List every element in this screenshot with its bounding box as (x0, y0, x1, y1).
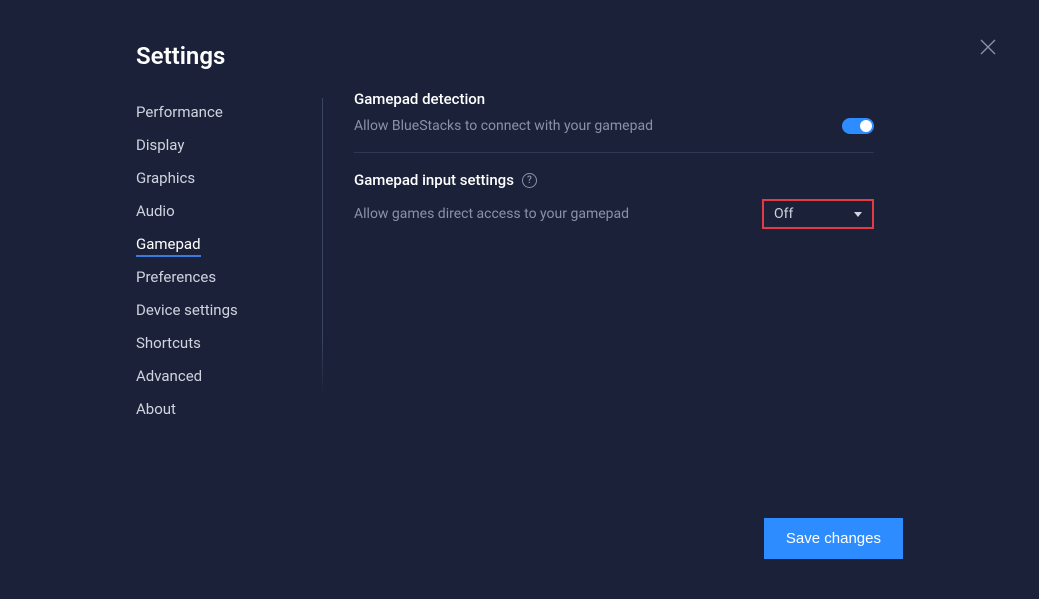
section-title-text: Gamepad input settings (354, 171, 514, 189)
detection-label: Allow BlueStacks to connect with your ga… (354, 118, 653, 134)
section-title: Gamepad input settings ? (354, 171, 874, 189)
settings-sidebar: Performance Display Graphics Audio Gamep… (136, 95, 301, 425)
sidebar-item-about[interactable]: About (136, 392, 301, 425)
section-divider (354, 152, 874, 153)
sidebar-item-advanced[interactable]: Advanced (136, 359, 301, 392)
sidebar-item-label: Device settings (136, 301, 238, 319)
settings-content: Gamepad detection Allow BlueStacks to co… (354, 90, 874, 247)
sidebar-item-label: Advanced (136, 367, 202, 385)
sidebar-item-label: Performance (136, 103, 223, 121)
section-title: Gamepad detection (354, 90, 874, 108)
gamepad-detection-section: Gamepad detection Allow BlueStacks to co… (354, 90, 874, 134)
input-row: Allow games direct access to your gamepa… (354, 199, 874, 229)
help-icon[interactable]: ? (522, 173, 537, 188)
sidebar-item-label: Display (136, 136, 184, 154)
gamepad-input-section: Gamepad input settings ? Allow games dir… (354, 171, 874, 229)
sidebar-item-audio[interactable]: Audio (136, 194, 301, 227)
sidebar-item-performance[interactable]: Performance (136, 95, 301, 128)
page-title: Settings (136, 42, 225, 70)
sidebar-item-shortcuts[interactable]: Shortcuts (136, 326, 301, 359)
sidebar-item-preferences[interactable]: Preferences (136, 260, 301, 293)
sidebar-item-label: About (136, 400, 176, 418)
sidebar-item-display[interactable]: Display (136, 128, 301, 161)
direct-access-dropdown[interactable]: Off (762, 199, 874, 229)
sidebar-item-label: Preferences (136, 268, 216, 286)
dropdown-value: Off (774, 206, 793, 222)
save-changes-button[interactable]: Save changes (764, 518, 903, 559)
close-button[interactable] (979, 38, 997, 56)
sidebar-divider (322, 98, 323, 398)
sidebar-item-label: Gamepad (136, 235, 201, 257)
toggle-knob (860, 120, 872, 132)
sidebar-item-label: Graphics (136, 169, 195, 187)
chevron-down-icon (854, 212, 862, 217)
sidebar-item-label: Shortcuts (136, 334, 201, 352)
sidebar-item-label: Audio (136, 202, 175, 220)
detection-row: Allow BlueStacks to connect with your ga… (354, 118, 874, 134)
sidebar-item-device-settings[interactable]: Device settings (136, 293, 301, 326)
gamepad-detection-toggle[interactable] (842, 118, 874, 134)
sidebar-item-graphics[interactable]: Graphics (136, 161, 301, 194)
close-icon (979, 38, 997, 56)
input-label: Allow games direct access to your gamepa… (354, 206, 629, 222)
sidebar-item-gamepad[interactable]: Gamepad (136, 227, 301, 260)
